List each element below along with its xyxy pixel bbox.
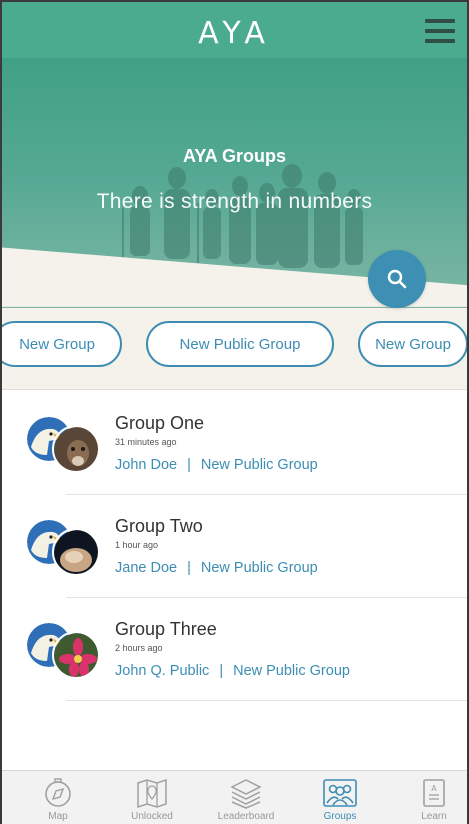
nav-tab-map[interactable]: Map <box>12 771 104 824</box>
people-icon <box>323 779 357 807</box>
group-type-link[interactable]: New Public Group <box>233 663 350 679</box>
book-icon: A <box>423 779 445 807</box>
separator: | <box>187 560 191 576</box>
nav-label: Learn <box>421 811 447 822</box>
group-meta: John Doe | New Public Group <box>115 457 318 473</box>
group-name: Group Three <box>115 619 217 639</box>
nav-label: Unlocked <box>131 811 173 822</box>
nav-label: Groups <box>323 811 357 822</box>
group-name: Group Two <box>115 516 203 536</box>
list-item[interactable]: Group Three 2 hours ago John Q. Public | N… <box>2 598 467 701</box>
group-timestamp: 1 hour ago <box>115 540 159 550</box>
divider <box>66 700 467 701</box>
map-pin-icon <box>137 778 167 809</box>
nav-tab-learn[interactable]: A Learn <box>388 771 467 824</box>
new-group-button-secondary[interactable]: New Group <box>358 321 467 367</box>
group-meta: John Q. Public | New Public Group <box>115 663 350 679</box>
group-timestamp: 31 minutes ago <box>115 437 177 447</box>
nav-tab-unlocked[interactable]: Unlocked <box>106 771 198 824</box>
group-avatars <box>27 623 107 679</box>
group-owner-link[interactable]: John Doe <box>115 457 177 473</box>
new-public-group-button[interactable]: New Public Group <box>146 321 334 367</box>
separator: | <box>219 663 224 679</box>
layers-icon <box>230 779 262 809</box>
group-name: Group One <box>115 413 205 433</box>
new-group-button[interactable]: New Group <box>2 321 122 367</box>
hero-title: AYA Groups <box>182 146 287 166</box>
search-button[interactable] <box>368 250 426 308</box>
group-type-link[interactable]: New Public Group <box>201 457 318 473</box>
group-list: Group One 31 minutes ago John Doe | New Pu… <box>2 392 467 701</box>
list-item[interactable]: Group One 31 minutes ago John Doe | New Pu… <box>2 392 467 495</box>
app-logo: AYA <box>198 16 271 51</box>
group-timestamp: 2 hours ago <box>115 643 163 653</box>
nav-tab-leaderboard[interactable]: Leaderboard <box>200 771 292 824</box>
member-avatar <box>52 528 100 576</box>
separator: | <box>187 457 191 473</box>
list-item[interactable]: Group Two 1 hour ago Jane Doe | New Public… <box>2 495 467 598</box>
group-avatars <box>27 417 107 473</box>
nav-label: Map <box>48 811 68 822</box>
group-owner-link[interactable]: John Q. Public <box>115 663 209 679</box>
hamburger-menu-icon[interactable] <box>425 19 455 43</box>
compass-icon <box>45 778 71 807</box>
hero-subtitle: There is strength in numbers <box>96 190 373 213</box>
member-avatar <box>52 631 100 679</box>
group-actions-bar: New Group New Public Group New Group <box>2 308 467 390</box>
member-avatar <box>52 425 100 473</box>
group-owner-link[interactable]: Jane Doe <box>115 560 177 576</box>
nav-tab-groups[interactable]: Groups <box>294 771 386 824</box>
group-meta: Jane Doe | New Public Group <box>115 560 318 576</box>
nav-label: Leaderboard <box>217 811 275 822</box>
group-avatars <box>27 520 107 576</box>
svg-text:A: A <box>431 784 437 793</box>
search-icon <box>387 269 407 289</box>
phone-screen: AYA AYA Groups There is strength in numb… <box>0 0 469 824</box>
group-type-link[interactable]: New Public Group <box>201 560 318 576</box>
bottom-navigation: Map Unlocked Leaderboard Groups A Learn <box>2 770 467 824</box>
top-bar: AYA <box>2 2 467 58</box>
